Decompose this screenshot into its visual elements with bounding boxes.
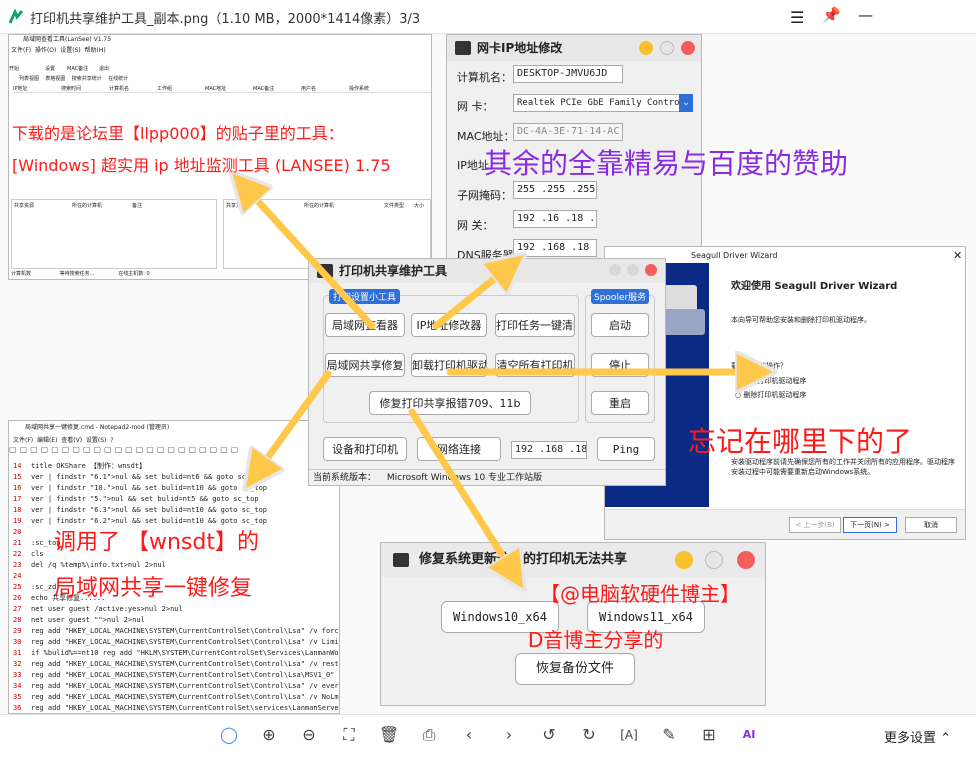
viewer-title-bar: 打印机共享维护工具_副本.png（1.10 MB，2000*1414像素）3/3… xyxy=(0,0,976,34)
fit-icon[interactable]: ⛶ xyxy=(338,724,360,746)
ocr-icon[interactable]: [A] xyxy=(618,724,640,746)
arrow-to-lansee xyxy=(244,186,376,330)
image-canvas: 局域网查看工具(LanSee) V1.75 文件(F) 操作(O) 设置(S) … xyxy=(0,34,976,714)
menu-icon[interactable]: ☰ xyxy=(790,8,804,27)
annotation-douyin: D音博主分享的 xyxy=(528,628,664,652)
arrow-to-fixwin xyxy=(408,408,514,574)
arrow-to-ipwin xyxy=(432,266,510,330)
viewer-title: 打印机共享维护工具_副本.png（1.10 MB，2000*1414像素）3/3 xyxy=(30,12,421,27)
viewer-toolbar: ◯ ⊕ ⊖ ⛶ 🗑 ⎙ ‹ › ↺ ↻ [A] ✎ ⊞ AI 更多设置 ⌃ xyxy=(0,714,976,759)
prev-icon[interactable]: ‹ xyxy=(458,724,480,746)
next-icon[interactable]: › xyxy=(498,724,520,746)
annotation-source-forum: 下载的是论坛里【llpp000】的贴子里的工具： xyxy=(12,124,344,143)
minimize-icon[interactable]: — xyxy=(858,6,873,24)
zoom-in-icon[interactable]: ⊕ xyxy=(258,724,280,746)
print-icon[interactable]: ⎙ xyxy=(418,724,440,746)
annotation-forgot-source: 忘记在哪里下的了 xyxy=(688,425,913,458)
rotate-left-icon[interactable]: ↺ xyxy=(538,724,560,746)
delete-icon[interactable]: 🗑 xyxy=(378,724,400,746)
more-settings-button[interactable]: 更多设置 ⌃ xyxy=(884,727,951,746)
edit-icon[interactable]: ✎ xyxy=(658,724,680,746)
grid-icon[interactable]: ⊞ xyxy=(698,724,720,746)
app-logo-icon xyxy=(8,8,24,25)
zoom-out-icon[interactable]: ⊖ xyxy=(298,724,320,746)
annotation-blogger: 【@电脑软硬件博主】 xyxy=(540,582,740,606)
mouse-icon[interactable]: ◯ xyxy=(218,724,240,746)
pin-icon[interactable]: 📌 xyxy=(822,6,841,24)
annotation-lansee-version: [Windows] 超实用 ip 地址监测工具 (LANSEE) 1.75 xyxy=(12,156,391,175)
rotate-right-icon[interactable]: ↻ xyxy=(578,724,600,746)
arrow-to-notepad xyxy=(256,370,332,474)
annotation-sponsors: 其余的全靠精易与百度的赞助 xyxy=(484,147,849,180)
ai-icon[interactable]: AI xyxy=(738,724,760,746)
annotation-share-repair: 局域网共享一键修复 xyxy=(54,576,253,601)
annotation-wnsdt: 调用了 【wnsdt】的 xyxy=(54,530,259,555)
